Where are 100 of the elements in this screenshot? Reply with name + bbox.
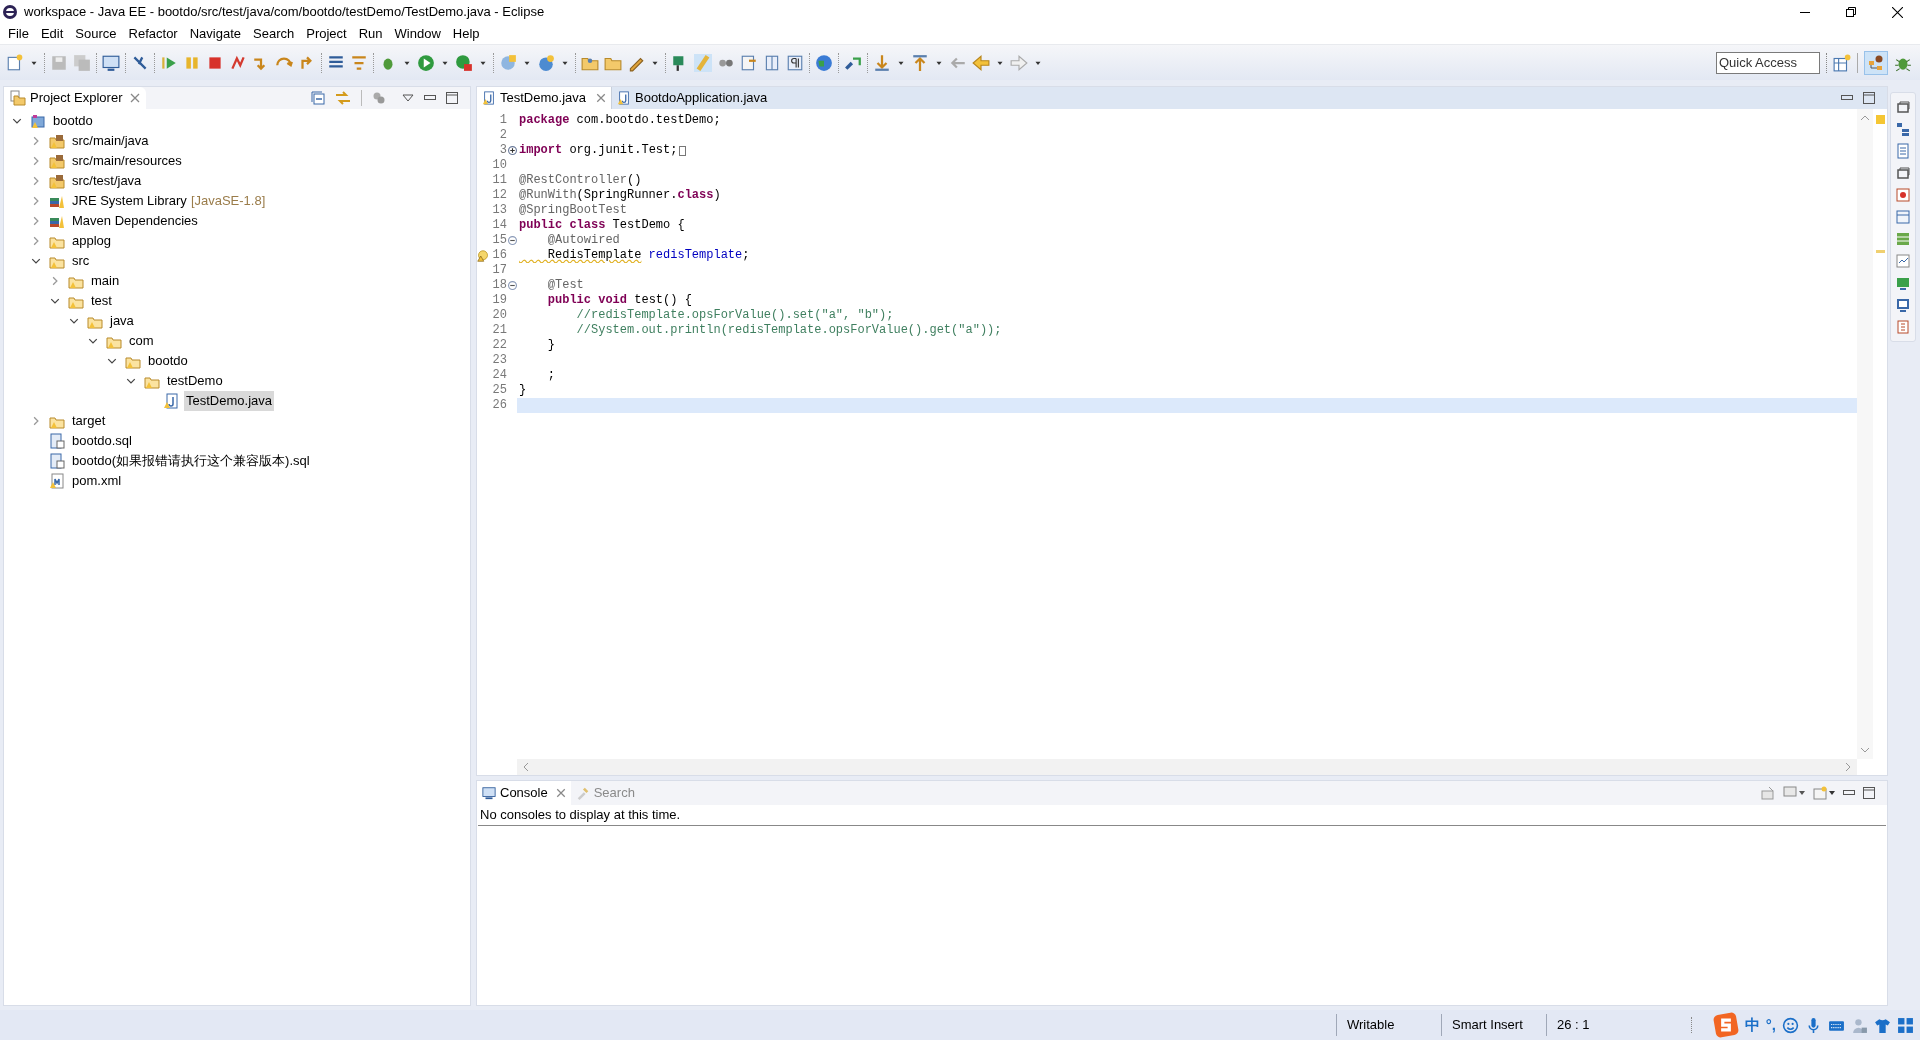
line-number: 14 <box>491 218 507 233</box>
smiley-icon[interactable] <box>1782 1016 1799 1034</box>
menu-item[interactable]: Project <box>300 25 353 43</box>
markers-icon[interactable] <box>1895 187 1911 203</box>
snippets-icon[interactable] <box>1895 275 1911 291</box>
new-class-icon[interactable] <box>537 53 555 72</box>
link-with-editor-icon[interactable] <box>335 91 351 105</box>
tree-item[interactable]: src/test/java <box>70 171 144 191</box>
collapse-icon[interactable] <box>507 236 517 245</box>
editor-tab[interactable]: BootdoApplication.java <box>612 87 773 109</box>
tree-item[interactable]: com <box>127 331 156 351</box>
menu-item[interactable]: File <box>2 25 35 43</box>
folded-code-box[interactable] <box>679 145 687 156</box>
tree-item[interactable]: main <box>89 271 122 291</box>
run-icon[interactable] <box>417 53 435 72</box>
tree-item[interactable]: src/main/resources <box>70 151 184 171</box>
previous-annotation-icon[interactable] <box>911 53 929 72</box>
data-source-icon[interactable] <box>1895 253 1911 269</box>
tree-item[interactable]: Maven Dependencies <box>70 211 200 231</box>
minimize-icon[interactable] <box>1843 790 1855 796</box>
quick-access-field[interactable]: Quick Access <box>1716 51 1820 74</box>
chevron-icon[interactable] <box>107 356 117 366</box>
filter-icon[interactable] <box>372 91 386 105</box>
warning-icon[interactable] <box>477 249 489 262</box>
person-icon[interactable] <box>1851 1016 1868 1034</box>
monitor-icon[interactable] <box>102 53 120 72</box>
horizontal-scrollbar[interactable] <box>517 759 1857 775</box>
new-file-icon[interactable] <box>6 53 24 72</box>
tab-label[interactable]: Project Explorer <box>30 88 123 108</box>
chevron-icon[interactable] <box>12 116 22 126</box>
menu-item[interactable]: Window <box>388 25 447 43</box>
close-icon[interactable] <box>1891 6 1903 18</box>
tree-item[interactable]: test <box>89 291 114 311</box>
tree-item[interactable]: pom.xml <box>70 471 124 491</box>
grid-icon[interactable] <box>1897 1016 1914 1034</box>
menu-item[interactable]: Edit <box>34 25 70 43</box>
collapse-icon[interactable] <box>507 281 517 290</box>
maximize-icon[interactable] <box>1863 92 1875 104</box>
project-explorer-tab[interactable]: Project Explorer <box>4 87 147 109</box>
maximize-icon[interactable] <box>1863 787 1875 799</box>
chevron-icon[interactable] <box>88 336 98 346</box>
minimize-icon[interactable] <box>1841 95 1853 101</box>
tree-item[interactable]: bootdo <box>146 351 190 371</box>
servers-icon[interactable] <box>1895 231 1911 247</box>
shirt-icon[interactable] <box>1874 1016 1891 1034</box>
menu-item[interactable]: Refactor <box>122 25 184 43</box>
tree-item[interactable]: JRE System Library <box>70 191 189 211</box>
pilcrow-icon[interactable] <box>786 53 804 72</box>
run-tool-icon[interactable] <box>455 53 473 72</box>
chevron-icon[interactable] <box>31 256 41 266</box>
console-tab[interactable]: Console <box>477 781 571 805</box>
vertical-scrollbar[interactable] <box>1857 109 1873 759</box>
menu-item[interactable]: Help <box>446 25 486 43</box>
chevron-icon[interactable] <box>69 316 79 326</box>
package-folder-icon <box>49 173 65 189</box>
collapse-all-icon[interactable] <box>311 91 325 105</box>
menu-item[interactable]: Navigate <box>183 25 247 43</box>
editor-tab[interactable]: TestDemo.java <box>477 87 612 109</box>
tree-item[interactable]: TestDemo.java <box>184 391 274 411</box>
junit-icon[interactable] <box>1895 319 1911 335</box>
menu-item[interactable]: Search <box>247 25 301 43</box>
maximize-icon[interactable] <box>446 92 458 104</box>
open-perspective-icon[interactable] <box>1833 53 1851 72</box>
tree-item[interactable]: src <box>70 251 92 271</box>
tree-item[interactable]: target <box>70 411 108 431</box>
task-list-icon[interactable] <box>1895 143 1911 159</box>
back-arrow-icon[interactable] <box>972 53 990 72</box>
tree-item[interactable]: bootdo <box>51 111 95 131</box>
next-annotation-icon[interactable] <box>873 53 891 72</box>
warning-marker-icon[interactable] <box>1875 250 1885 253</box>
console-message: No consoles to display at this time. <box>479 807 681 822</box>
tree-item[interactable]: bootdo(如果报错请执行这个兼容版本).sql <box>70 451 312 471</box>
line-number: 22 <box>491 338 507 353</box>
globe-icon[interactable] <box>815 53 833 72</box>
tree-item[interactable]: bootdo.sql <box>70 431 134 451</box>
display-console-icon[interactable] <box>1783 786 1805 800</box>
chevron-icon[interactable] <box>126 376 136 386</box>
pin-console-icon[interactable] <box>1761 786 1775 800</box>
perspective-button[interactable] <box>1864 50 1888 75</box>
tree-item[interactable]: applog <box>70 231 114 251</box>
restore-icon[interactable] <box>1846 7 1856 17</box>
chevron-icon[interactable] <box>50 296 60 306</box>
new-console-icon[interactable] <box>1813 786 1835 800</box>
tray-text[interactable]: 中 <box>1744 1013 1760 1037</box>
console-icon[interactable] <box>1895 297 1911 313</box>
view-menu-icon[interactable] <box>402 94 414 102</box>
tree-item[interactable]: java <box>108 311 136 331</box>
tree-item[interactable]: src/main/java <box>70 131 151 151</box>
outline-icon[interactable] <box>1895 121 1911 137</box>
menu-item[interactable]: Source <box>69 25 123 43</box>
columns-icon[interactable] <box>763 53 781 72</box>
filter-list-icon[interactable] <box>350 53 368 72</box>
minimize-icon[interactable] <box>424 95 436 101</box>
ime-logo-icon[interactable] <box>1712 1012 1739 1038</box>
tree-item[interactable]: testDemo <box>165 371 225 391</box>
menu-item[interactable]: Run <box>352 25 389 43</box>
line-number: 23 <box>491 353 507 368</box>
expand-icon[interactable] <box>507 146 517 155</box>
properties-icon[interactable] <box>1895 209 1911 225</box>
tray-text[interactable]: °, <box>1765 1013 1776 1037</box>
